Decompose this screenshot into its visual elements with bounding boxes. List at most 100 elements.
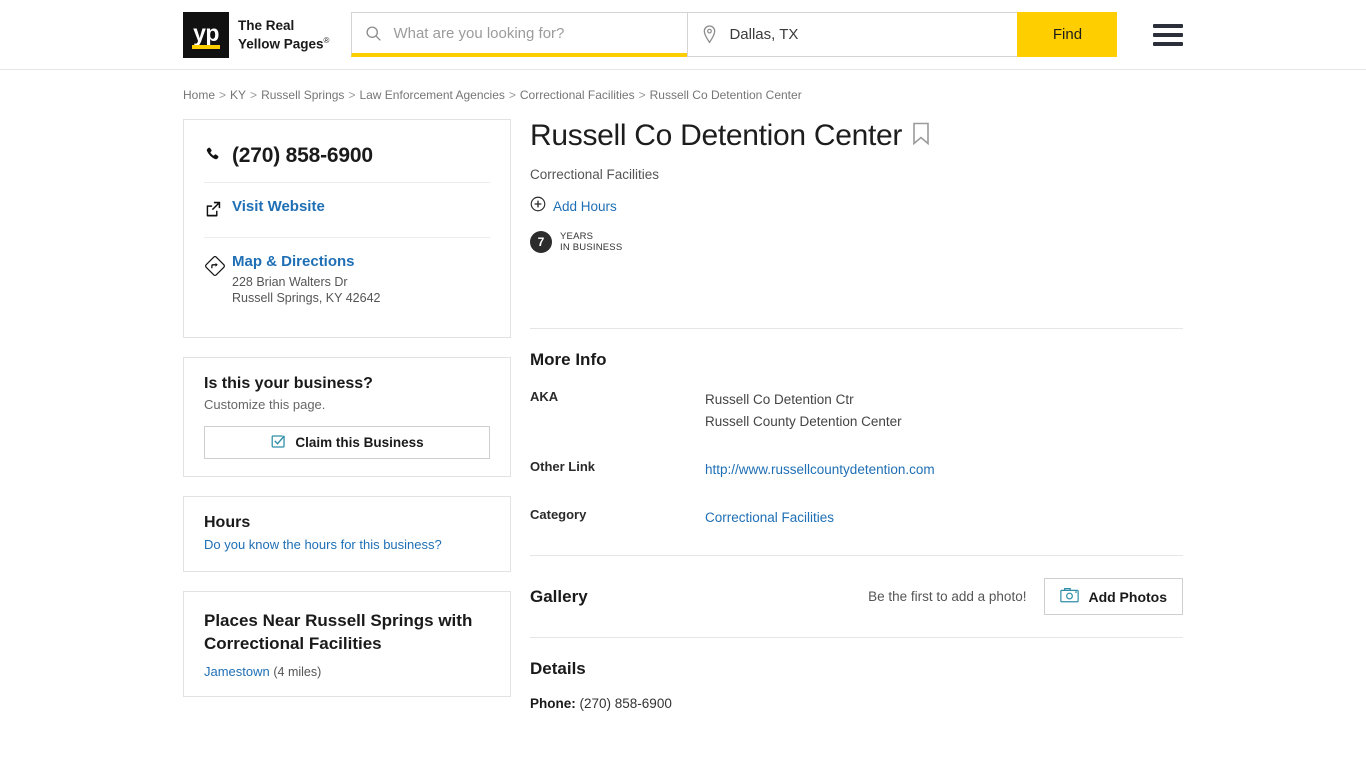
table-row: Other Link http://www.russellcountydetent… — [530, 459, 1183, 507]
breadcrumb-separator: > — [508, 88, 516, 102]
location-pin-icon — [698, 24, 720, 46]
hamburger-bar — [1153, 41, 1183, 46]
yp-logo[interactable]: yp The Real Yellow Pages® — [183, 11, 329, 58]
details-phone-value: (270) 858-6900 — [579, 696, 672, 711]
search-where-field[interactable] — [687, 12, 1018, 57]
site-header: yp The Real Yellow Pages® Find — [0, 0, 1366, 70]
list-item[interactable]: Jamestown (4 miles) — [204, 664, 490, 679]
visit-website-link[interactable]: Visit Website — [232, 198, 325, 215]
checkbox-check-icon — [270, 433, 287, 453]
hamburger-bar — [1153, 23, 1183, 28]
yp-logo-text: The Real Yellow Pages® — [238, 18, 329, 52]
add-photos-label: Add Photos — [1088, 588, 1167, 605]
info-row-value: Russell Co Detention Ctr Russell County D… — [705, 389, 1183, 459]
breadcrumb-separator: > — [638, 88, 646, 102]
gallery-empty-text: Be the first to add a photo! — [868, 589, 1027, 604]
page-title: Russell Co Detention Center — [530, 119, 903, 152]
breadcrumb-item[interactable]: Home — [183, 88, 215, 102]
know-hours-link[interactable]: Do you know the hours for this business? — [204, 537, 442, 552]
gallery-section: Gallery Be the first to add a photo! Add… — [530, 556, 1183, 637]
breadcrumb-item[interactable]: Correctional Facilities — [520, 88, 635, 102]
info-value-text: Russell Co Detention Ctr — [705, 392, 854, 407]
find-button[interactable]: Find — [1017, 12, 1118, 57]
external-link-icon — [204, 198, 232, 223]
info-row-value[interactable]: http://www.russellcountydetention.com — [705, 459, 1183, 507]
phone-icon — [204, 144, 232, 168]
yp-logo-mark-text: yp — [193, 19, 219, 46]
table-row: AKA Russell Co Detention Ctr Russell Count… — [530, 389, 1183, 459]
claim-button-label: Claim this Business — [295, 435, 424, 450]
logo-line-1: The Real — [238, 17, 295, 33]
claim-business-card: Is this your business? Customize this pa… — [183, 357, 511, 477]
add-hours-link[interactable]: Add Hours — [553, 199, 617, 214]
address-line-1: 228 Brian Walters Dr — [232, 275, 348, 289]
website-row[interactable]: Visit Website — [204, 182, 490, 237]
place-near-link[interactable]: Jamestown — [204, 664, 270, 679]
place-near-distance: (4 miles) — [273, 665, 322, 679]
breadcrumb-item[interactable]: Russell Springs — [261, 88, 344, 102]
bookmark-icon[interactable] — [912, 122, 930, 151]
search-group: Find — [351, 12, 1125, 57]
places-near-title: Places Near Russell Springs with Correct… — [204, 611, 473, 653]
sidebar: (270) 858-6900 Visit Website Map & Direc… — [183, 119, 511, 716]
map-directions-link[interactable]: Map & Directions — [232, 253, 355, 270]
more-info-title: More Info — [530, 350, 607, 369]
more-info-section: More Info AKA Russell Co Detention Ctr Rus… — [530, 329, 1183, 555]
business-category: Correctional Facilities — [530, 167, 660, 182]
location-input[interactable] — [727, 25, 1008, 44]
hamburger-bar — [1153, 32, 1183, 37]
camera-icon — [1060, 587, 1080, 606]
info-row-label: AKA — [530, 389, 559, 404]
contact-card: (270) 858-6900 Visit Website Map & Direc… — [183, 119, 511, 338]
breadcrumb-item[interactable]: KY — [230, 88, 246, 102]
info-row-value[interactable]: Correctional Facilities — [705, 507, 1183, 555]
more-info-table: AKA Russell Co Detention Ctr Russell Count… — [530, 389, 1183, 555]
search-icon — [362, 22, 384, 44]
plus-circle-icon — [530, 196, 546, 217]
info-value-link[interactable]: http://www.russellcountydetention.com — [705, 462, 935, 477]
years-in-business-line-1: YEARS — [560, 231, 594, 242]
search-what-field[interactable] — [351, 12, 688, 57]
years-in-business-badge: 7 YEARS IN BUSINESS — [530, 231, 1183, 253]
directions-row[interactable]: Map & Directions 228 Brian Walters Dr Ru… — [204, 237, 490, 320]
breadcrumb: Home > KY > Russell Springs > Law Enforcement … — [183, 70, 1183, 102]
add-hours-row[interactable]: Add Hours — [530, 196, 1183, 217]
yp-logo-underline — [192, 44, 220, 49]
hours-card: Hours Do you know the hours for this bus… — [183, 496, 511, 572]
gallery-title: Gallery — [530, 586, 588, 606]
table-row: Category Correctional Facilities — [530, 507, 1183, 555]
years-in-business-number: 7 — [530, 231, 552, 253]
add-photos-button[interactable]: Add Photos — [1044, 578, 1183, 615]
logo-trademark: ® — [323, 35, 330, 45]
breadcrumb-item: Russell Co Detention Center — [649, 88, 802, 102]
claim-card-subtitle: Customize this page. — [204, 397, 326, 412]
yp-logo-mark: yp — [183, 11, 229, 58]
info-value-link[interactable]: Correctional Facilities — [705, 510, 834, 525]
claim-card-title: Is this your business? — [204, 375, 373, 392]
info-row-label: Category — [530, 507, 587, 522]
years-in-business-line-2: IN BUSINESS — [560, 242, 623, 253]
breadcrumb-separator: > — [219, 88, 227, 102]
directions-diamond-icon — [204, 253, 232, 282]
phone-number[interactable]: (270) 858-6900 — [232, 144, 373, 168]
breadcrumb-item[interactable]: Law Enforcement Agencies — [359, 88, 504, 102]
main-content: Russell Co Detention Center Correctional… — [530, 119, 1183, 711]
claim-this-business-button[interactable]: Claim this Business — [204, 426, 490, 459]
details-phone-row: Phone: (270) 858-6900 — [530, 696, 1183, 711]
details-section: Details Phone: (270) 858-6900 — [530, 638, 1183, 711]
search-input[interactable] — [391, 23, 678, 43]
phone-row[interactable]: (270) 858-6900 — [204, 137, 490, 182]
hamburger-menu-icon[interactable] — [1153, 23, 1183, 46]
info-value-text: Russell County Detention Center — [705, 414, 902, 429]
business-header: Russell Co Detention Center — [530, 119, 1183, 153]
places-near-card: Places Near Russell Springs with Correct… — [183, 591, 511, 697]
info-row-label: Other Link — [530, 459, 596, 474]
hours-card-title: Hours — [204, 514, 251, 531]
address-line-2: Russell Springs, KY 42642 — [232, 291, 381, 305]
page-body: (270) 858-6900 Visit Website Map & Direc… — [183, 102, 1183, 716]
logo-line-2: Yellow Pages — [238, 36, 324, 52]
breadcrumb-separator: > — [348, 88, 356, 102]
breadcrumb-separator: > — [250, 88, 258, 102]
details-phone-label: Phone: — [530, 696, 576, 711]
details-title: Details — [530, 659, 586, 678]
